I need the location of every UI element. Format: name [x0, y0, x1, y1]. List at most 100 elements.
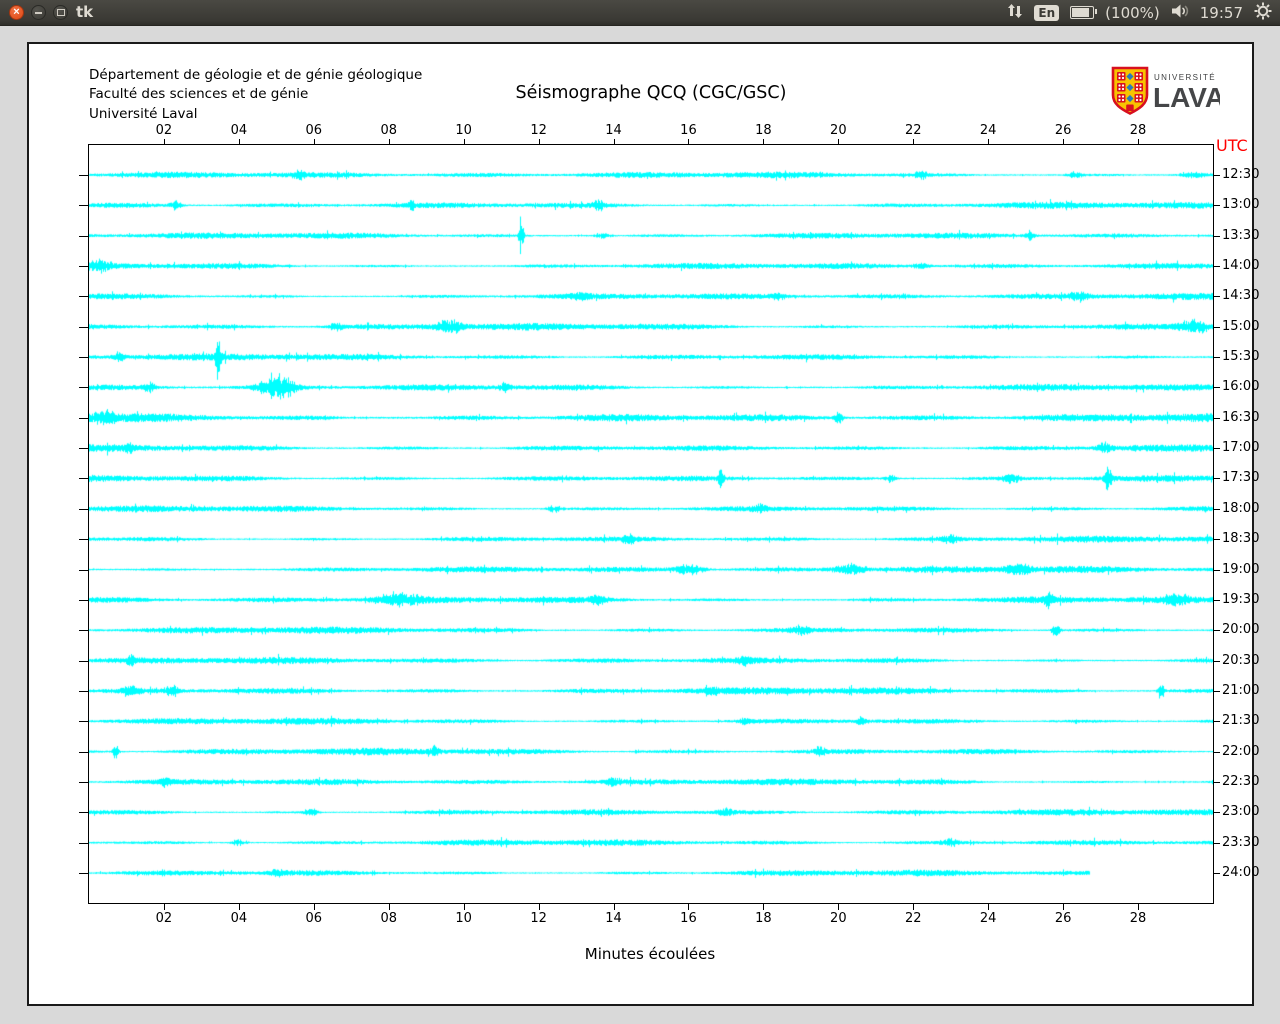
trace-utc-label: 19:30 — [1222, 592, 1259, 608]
x-axis-label-top: 28 — [1130, 124, 1147, 138]
x-axis-tick-bottom — [314, 904, 315, 910]
trace-tick-left — [79, 266, 89, 267]
network-arrows-icon[interactable] — [1007, 3, 1023, 23]
trace-tick-left — [79, 661, 89, 662]
trace-utc-label: 13:00 — [1222, 197, 1259, 213]
x-axis-label-bottom: 02 — [156, 912, 173, 926]
trace-tick-right — [1214, 782, 1220, 783]
trace-utc-label: 17:00 — [1222, 440, 1259, 456]
window-title: tk — [76, 3, 93, 21]
x-axis-tick-bottom — [763, 904, 764, 910]
trace-tick-left — [79, 752, 89, 753]
window-controls: × — [9, 0, 68, 25]
trace-tick-left — [79, 812, 89, 813]
trace-tick-right — [1214, 236, 1220, 237]
trace-tick-right — [1214, 691, 1220, 692]
trace-tick-left — [79, 539, 89, 540]
logo-text-universite: UNIVERSITÉ — [1154, 73, 1216, 82]
x-axis-label-bottom: 22 — [905, 912, 922, 926]
maximize-icon — [57, 9, 65, 16]
x-axis-label-top: 04 — [231, 124, 248, 138]
x-axis-label-top: 24 — [980, 124, 997, 138]
x-axis-label-top: 22 — [905, 124, 922, 138]
x-axis-tick-top — [1063, 139, 1064, 145]
trace-utc-label: 21:30 — [1222, 713, 1259, 729]
trace-tick-left — [79, 175, 89, 176]
x-axis-tick-top — [763, 139, 764, 145]
trace-tick-left — [79, 570, 89, 571]
x-axis-tick-top — [539, 139, 540, 145]
x-axis-label-bottom: 16 — [680, 912, 697, 926]
trace-utc-label: 17:30 — [1222, 470, 1259, 486]
trace-tick-right — [1214, 478, 1220, 479]
x-axis-tick-bottom — [164, 904, 165, 910]
x-axis-label-bottom: 14 — [605, 912, 622, 926]
universite-laval-logo: UNIVERSITÉ LAVAL — [1110, 66, 1220, 116]
trace-tick-right — [1214, 570, 1220, 571]
trace-tick-left — [79, 691, 89, 692]
laval-shield-icon — [1113, 68, 1147, 114]
x-axis-tick-bottom — [838, 904, 839, 910]
x-axis-label-top: 26 — [1055, 124, 1072, 138]
x-axis-tick-bottom — [389, 904, 390, 910]
trace-utc-label: 22:30 — [1222, 774, 1259, 790]
utc-axis-title: UTC — [1216, 136, 1248, 155]
trace-tick-left — [79, 327, 89, 328]
maximize-button[interactable] — [53, 5, 68, 20]
institution-header: Département de géologie et de génie géol… — [89, 66, 422, 124]
x-axis-label-bottom: 18 — [755, 912, 772, 926]
trace-tick-left — [79, 357, 89, 358]
trace-tick-right — [1214, 539, 1220, 540]
x-axis-tick-top — [1138, 139, 1139, 145]
x-axis-tick-top — [913, 139, 914, 145]
page-title: Séismographe QCQ (CGC/GSC) — [516, 83, 787, 103]
trace-tick-left — [79, 782, 89, 783]
trace-utc-label: 16:00 — [1222, 379, 1259, 395]
x-axis-tick-bottom — [614, 904, 615, 910]
trace-tick-left — [79, 418, 89, 419]
keyboard-layout-indicator[interactable]: En — [1034, 5, 1059, 21]
trace-utc-label: 12:30 — [1222, 167, 1259, 183]
trace-tick-right — [1214, 387, 1220, 388]
trace-tick-left — [79, 448, 89, 449]
trace-tick-right — [1214, 296, 1220, 297]
close-button[interactable]: × — [9, 5, 24, 20]
x-axis-label-top: 20 — [830, 124, 847, 138]
trace-utc-label: 18:30 — [1222, 531, 1259, 547]
x-axis-label-top: 08 — [380, 124, 397, 138]
volume-icon[interactable] — [1171, 3, 1189, 23]
trace-tick-left — [79, 630, 89, 631]
battery-percentage[interactable]: (100%) — [1105, 4, 1160, 22]
top-panel: × tk En (100%) — [0, 0, 1280, 26]
trace-tick-right — [1214, 205, 1220, 206]
x-axis-label-bottom: 26 — [1055, 912, 1072, 926]
trace-tick-right — [1214, 752, 1220, 753]
minimize-button[interactable] — [31, 5, 46, 20]
x-axis-tick-top — [688, 139, 689, 145]
trace-tick-right — [1214, 448, 1220, 449]
trace-tick-left — [79, 873, 89, 874]
x-axis-tick-bottom — [1138, 904, 1139, 910]
header-line-3: Université Laval — [89, 106, 198, 122]
trace-utc-label: 18:00 — [1222, 501, 1259, 517]
battery-nub — [1095, 9, 1097, 14]
trace-tick-left — [79, 205, 89, 206]
battery-fill — [1072, 8, 1089, 17]
x-axis-label-top: 12 — [530, 124, 547, 138]
x-axis-tick-bottom — [913, 904, 914, 910]
battery-icon[interactable] — [1070, 6, 1094, 19]
trace-tick-right — [1214, 327, 1220, 328]
trace-tick-right — [1214, 873, 1220, 874]
x-axis-tick-bottom — [539, 904, 540, 910]
trace-utc-label: 20:30 — [1222, 653, 1259, 669]
trace-tick-left — [79, 387, 89, 388]
trace-tick-right — [1214, 812, 1220, 813]
x-axis-tick-top — [614, 139, 615, 145]
x-axis-label-bottom: 12 — [530, 912, 547, 926]
trace-utc-label: 21:00 — [1222, 683, 1259, 699]
x-axis-tick-top — [838, 139, 839, 145]
trace-utc-label: 13:30 — [1222, 228, 1259, 244]
clock[interactable]: 19:57 — [1200, 4, 1243, 22]
settings-gear-icon[interactable] — [1254, 2, 1272, 24]
trace-tick-right — [1214, 843, 1220, 844]
